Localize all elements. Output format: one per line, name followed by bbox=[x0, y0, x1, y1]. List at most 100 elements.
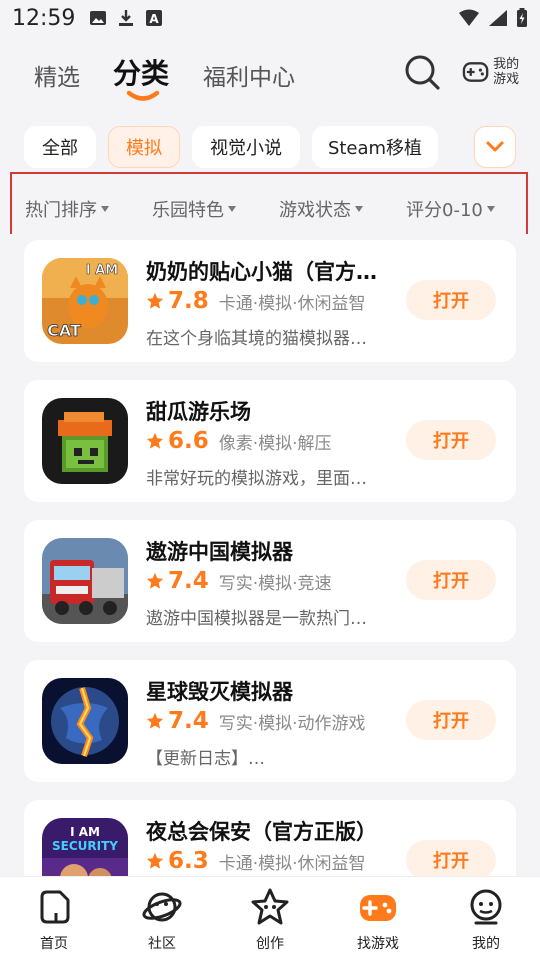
game-rating-row: 6.6 像素·模拟·解压 bbox=[146, 428, 378, 454]
nav-profile-label: 我的 bbox=[472, 936, 500, 952]
nav-community[interactable]: 社区 bbox=[122, 887, 202, 953]
signal-icon bbox=[489, 10, 507, 26]
active-tab-indicator bbox=[126, 90, 160, 101]
game-card[interactable]: 星球毁灭模拟器 7.4 写实·模拟·动作游戏 【更新日志】… 打开 bbox=[24, 660, 516, 782]
svg-text:I AM: I AM bbox=[70, 825, 100, 839]
status-time: 12:59 bbox=[12, 5, 76, 31]
nav-create-label: 创作 bbox=[256, 936, 284, 952]
status-system-icons bbox=[458, 8, 528, 28]
chip-visual-novel[interactable]: 视觉小说 bbox=[192, 126, 300, 168]
open-button[interactable]: 打开 bbox=[406, 280, 496, 320]
star-icon bbox=[146, 432, 164, 449]
svg-text:I AM: I AM bbox=[86, 263, 118, 278]
game-rating: 6.3 bbox=[168, 848, 209, 874]
star-icon bbox=[146, 852, 164, 869]
filter-sort-label: 热门排序 bbox=[25, 200, 97, 221]
download-icon bbox=[119, 10, 134, 26]
caret-down-icon bbox=[486, 206, 495, 212]
nav-profile[interactable]: 我的 bbox=[446, 887, 526, 953]
my-games-button[interactable]: 我的游戏 bbox=[462, 50, 528, 94]
gamepad-plus-icon bbox=[462, 62, 489, 82]
planet-game-icon bbox=[42, 678, 128, 764]
cat-game-icon: I AM CAT bbox=[42, 258, 128, 344]
game-title: 夜总会保安（官方正版） bbox=[146, 820, 377, 844]
caret-down-icon bbox=[355, 206, 363, 212]
caret-down-icon bbox=[228, 206, 236, 212]
tab-categories[interactable]: 分类 bbox=[113, 52, 169, 92]
filter-feature-label: 乐园特色 bbox=[152, 200, 224, 221]
category-chip-bar: 全部 模拟 视觉小说 Steam移植 bbox=[0, 126, 540, 168]
planet-icon bbox=[142, 892, 182, 922]
filter-sort[interactable]: 热门排序 bbox=[25, 196, 109, 222]
game-rating: 6.6 bbox=[168, 428, 209, 454]
open-button[interactable]: 打开 bbox=[406, 840, 496, 880]
my-games-label: 我的游戏 bbox=[493, 57, 520, 87]
wifi-icon bbox=[459, 9, 479, 26]
nav-home[interactable]: 首页 bbox=[14, 887, 94, 953]
gamepad-icon bbox=[360, 895, 396, 921]
battery-charging-icon bbox=[517, 8, 527, 27]
game-title: 甜瓜游乐场 bbox=[146, 400, 251, 424]
open-button[interactable]: 打开 bbox=[406, 420, 496, 460]
status-notification-icons: A bbox=[89, 9, 163, 27]
filter-status[interactable]: 游戏状态 bbox=[279, 196, 363, 222]
game-title: 奶奶的贴心小猫（官方… bbox=[146, 260, 377, 284]
game-tags: 写实·模拟·竞速 bbox=[218, 573, 332, 594]
game-rating-row: 7.4 写实·模拟·动作游戏 bbox=[146, 708, 378, 734]
game-description: 在这个身临其境的猫模拟器… bbox=[146, 329, 367, 349]
game-title: 星球毁灭模拟器 bbox=[146, 680, 293, 704]
game-tags: 卡通·模拟·休闲益智 bbox=[218, 293, 366, 314]
game-description: 非常好玩的模拟游戏，里面… bbox=[146, 469, 367, 489]
game-description: 【更新日志】… bbox=[146, 749, 265, 769]
game-rating-row: 7.8 卡通·模拟·休闲益智 bbox=[146, 288, 378, 314]
filter-feature[interactable]: 乐园特色 bbox=[152, 196, 236, 222]
nav-create[interactable]: 创作 bbox=[230, 887, 310, 953]
filter-status-label: 游戏状态 bbox=[279, 200, 351, 221]
chip-all[interactable]: 全部 bbox=[24, 126, 96, 168]
search-icon[interactable] bbox=[402, 52, 442, 92]
tab-welfare-center[interactable]: 福利中心 bbox=[203, 58, 295, 92]
chevron-down-icon bbox=[486, 141, 504, 152]
game-rating: 7.4 bbox=[168, 708, 209, 734]
filter-rating-label: 评分0-10 bbox=[406, 200, 483, 221]
star-icon bbox=[146, 292, 164, 309]
game-rating: 7.4 bbox=[168, 568, 209, 594]
tab-featured[interactable]: 精选 bbox=[34, 58, 80, 92]
star-icon bbox=[146, 712, 164, 729]
home-icon bbox=[40, 890, 70, 924]
melon-game-icon bbox=[42, 398, 128, 484]
game-tags: 卡通·模拟·休闲益智 bbox=[218, 853, 366, 874]
game-rating: 7.8 bbox=[168, 288, 209, 314]
filter-bar: 热门排序 乐园特色 游戏状态 评分0-10 bbox=[0, 172, 540, 234]
gallery-icon bbox=[90, 11, 107, 25]
nav-find-games-label: 找游戏 bbox=[357, 936, 399, 952]
game-description: 遨游中国模拟器是一款热门… bbox=[146, 609, 367, 629]
chip-simulation[interactable]: 模拟 bbox=[108, 126, 180, 168]
top-tab-bar: 精选 分类 福利中心 我的游戏 bbox=[0, 48, 540, 104]
create-icon bbox=[251, 888, 289, 925]
nav-find-games[interactable]: 找游戏 bbox=[338, 887, 418, 953]
game-card[interactable]: I AM CAT 奶奶的贴心小猫（官方… 7.8 卡通·模拟·休闲益智 在这个身临… bbox=[24, 240, 516, 362]
svg-text:CAT: CAT bbox=[47, 321, 81, 340]
nav-home-label: 首页 bbox=[40, 936, 68, 952]
star-icon bbox=[146, 572, 164, 589]
open-button[interactable]: 打开 bbox=[406, 560, 496, 600]
chips-fade bbox=[440, 126, 474, 168]
expand-categories-button[interactable] bbox=[474, 126, 516, 168]
caret-down-icon bbox=[101, 206, 109, 212]
game-tags: 像素·模拟·解压 bbox=[218, 433, 332, 454]
game-card[interactable]: 遨游中国模拟器 7.4 写实·模拟·竞速 遨游中国模拟器是一款热门… 打开 bbox=[24, 520, 516, 642]
nav-community-label: 社区 bbox=[148, 936, 176, 952]
bottom-nav: 首页 社区 创作 找游戏 我的 bbox=[0, 876, 540, 960]
profile-icon bbox=[470, 889, 502, 925]
open-button[interactable]: 打开 bbox=[406, 700, 496, 740]
status-bar: 12:59 A bbox=[0, 0, 540, 36]
chip-steam-port[interactable]: Steam移植 bbox=[312, 126, 438, 168]
game-title: 遨游中国模拟器 bbox=[146, 540, 293, 564]
game-rating-row: 6.3 卡通·模拟·休闲益智 bbox=[146, 848, 378, 874]
game-card[interactable]: 甜瓜游乐场 6.6 像素·模拟·解压 非常好玩的模拟游戏，里面… 打开 bbox=[24, 380, 516, 502]
game-tags: 写实·模拟·动作游戏 bbox=[218, 713, 366, 734]
truck-game-icon bbox=[42, 538, 128, 624]
game-rating-row: 7.4 写实·模拟·竞速 bbox=[146, 568, 378, 594]
filter-rating[interactable]: 评分0-10 bbox=[406, 196, 495, 222]
